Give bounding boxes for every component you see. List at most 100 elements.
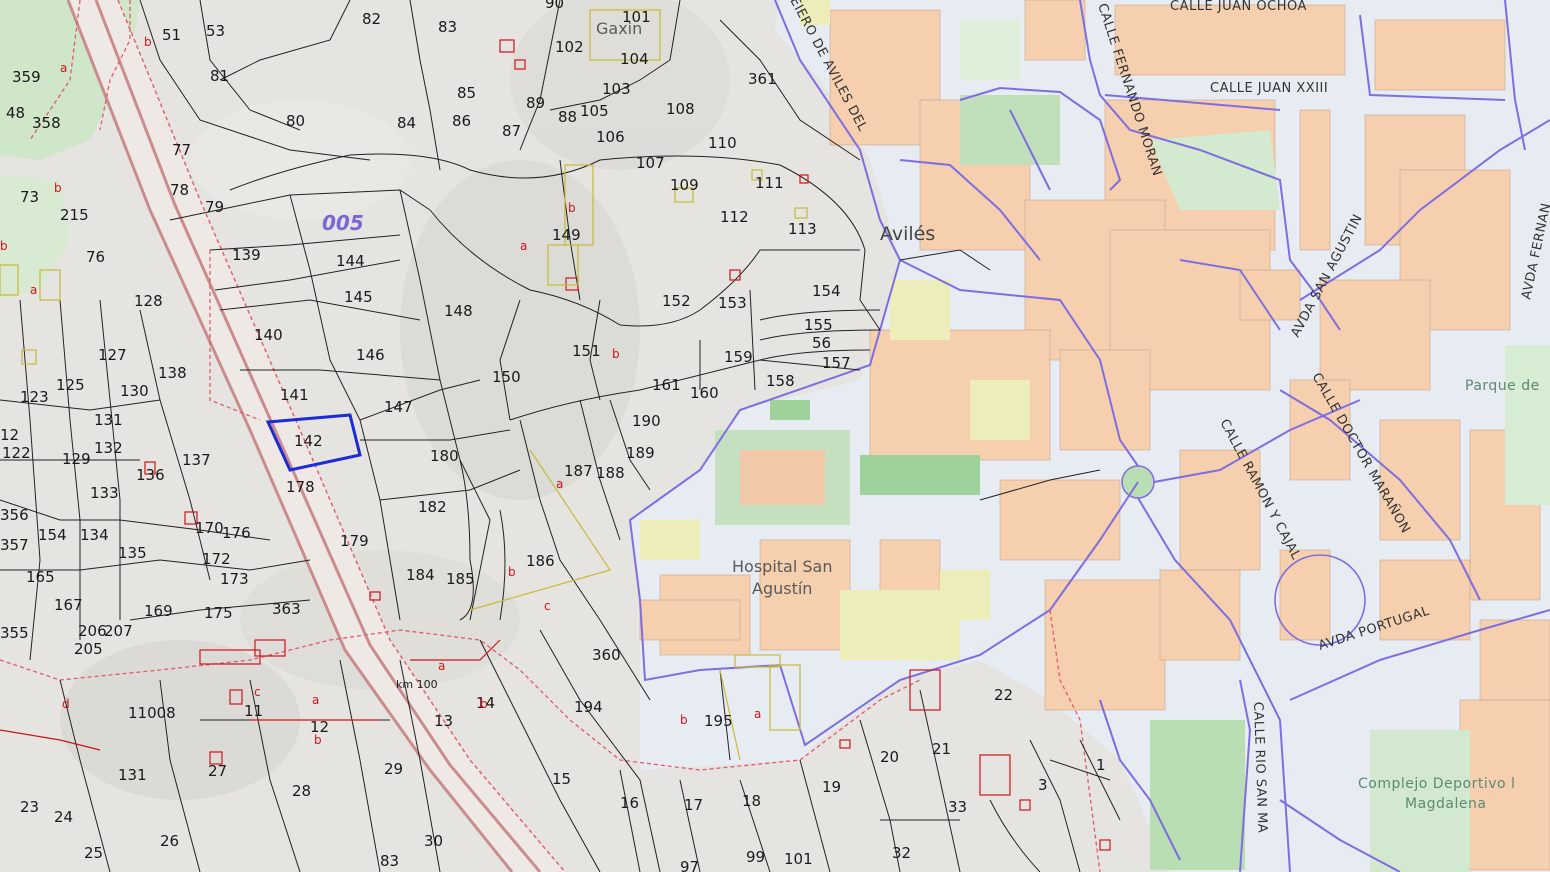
parcel-label: 152 [662,292,691,310]
parcel-label: 1 [1096,756,1106,774]
sports-complex-label-line2: Magdalena [1405,796,1486,812]
parcel-label: 158 [766,372,795,390]
parcel-label: 76 [86,248,105,266]
parcel-label: 154 [38,526,67,544]
parcel-label: 186 [526,552,555,570]
parcel-label: 148 [444,302,473,320]
parcel-label: 17 [684,796,703,814]
parcel-label: 157 [822,354,851,372]
parcel-label: 88 [558,108,577,126]
parcel-label: 207 [104,622,133,640]
sub-letter: b [508,565,516,579]
parcel-label: 130 [120,382,149,400]
parcel-label: 205 [74,640,103,658]
parcel-label: 106 [596,128,625,146]
parcel-label: 175 [204,604,233,622]
parcel-label: 26 [160,832,179,850]
sub-letter: a [30,283,37,297]
parcel-label: 109 [670,176,699,194]
sub-letter: b [612,347,620,361]
parcel-label: 19 [822,778,841,796]
parcel-label: 23 [20,798,39,816]
parcel-label: 82 [362,10,381,28]
parcel-label: 80 [286,112,305,130]
parcel-label: 215 [60,206,89,224]
parcel-label: 48 [6,104,25,122]
parcel-label: 20 [880,748,899,766]
parcel-label: 135 [118,544,147,562]
parcel-label: 73 [20,188,39,206]
parcel-label: 97 [680,858,699,872]
parcel-label: 153 [718,294,747,312]
parcel-label: 27 [208,762,227,780]
parcel-label: 108 [666,100,695,118]
parcel-label: 122 [2,444,31,462]
parcel-label: 149 [552,226,581,244]
street-label-juan-ochoa: CALLE JUAN OCHOA [1170,0,1307,14]
parcel-label: 103 [602,80,631,98]
sub-letter: a [520,239,527,253]
parcel-label: 86 [452,112,471,130]
sub-letter: c [544,599,551,613]
parcel-label: 359 [12,68,41,86]
parcel-label: 132 [94,439,123,457]
parcel-label: 187 [564,462,593,480]
parcel-label: 182 [418,498,447,516]
parcel-label: 190 [632,412,661,430]
hospital-label-line2: Agustín [752,579,812,598]
parcel-label: 139 [232,246,261,264]
parcel-label: 188 [596,464,625,482]
parcel-label: 110 [708,134,737,152]
parcel-label: 141 [280,386,309,404]
street-label-juan-xxiii: CALLE JUAN XXIII [1210,81,1328,96]
parcel-label: 129 [62,450,91,468]
sub-letter: a [556,477,563,491]
parcel-label: 136 [136,466,165,484]
town-label: Avilés [880,223,935,245]
parcel-label: 178 [286,478,315,496]
parcel-label: 131 [94,411,123,429]
parcel-label: 361 [748,70,777,88]
parcel-label: 105 [580,102,609,120]
sub-letter: b [680,713,688,727]
parcel-label: 102 [555,38,584,56]
parcel-label: 355 [0,624,29,642]
parcel-label: 3 [1038,776,1048,794]
parcel-label: 16 [620,794,639,812]
parcel-label: 12 [0,426,19,444]
place-label: Gaxin [596,19,642,38]
parcel-label: 173 [220,570,249,588]
parcel-label: 30 [424,832,443,850]
parcel-label: 133 [90,484,119,502]
parcel-label: 146 [356,346,385,364]
parcel-label: 360 [592,646,621,664]
sub-letter: a [312,693,319,707]
cadastral-map[interactable]: 359 358 48 73 215 76 51 53 82 83 90 101 … [0,0,1550,872]
parcel-label: 195 [704,712,733,730]
parcel-label: 81 [210,67,229,85]
sub-letter: b [480,697,488,711]
sports-complex-label-line1: Complejo Deportivo l [1358,776,1515,792]
parcel-label: 53 [206,22,225,40]
sub-letter: a [754,707,761,721]
sub-letter: c [254,685,261,699]
parcel-label: 29 [384,760,403,778]
parcel-label: 140 [254,326,283,344]
parcel-label: 358 [32,114,61,132]
sub-letter: b [144,35,152,49]
parcel-label: 101 [784,850,813,868]
parcel-label: 107 [636,154,665,172]
parcel-label: 56 [812,334,831,352]
parcel-label: 78 [170,181,189,199]
sub-letter: b [0,239,8,253]
parcel-label: 24 [54,808,73,826]
parcel-label: 145 [344,288,373,306]
parcel-label: 13 [434,712,453,730]
parcel-label: 113 [788,220,817,238]
parcel-label: 134 [80,526,109,544]
parcel-label: 112 [720,208,749,226]
sub-letter: b [568,201,576,215]
parcel-label: 169 [144,602,173,620]
parcel-label: 51 [162,26,181,44]
parcel-label: 99 [746,848,765,866]
